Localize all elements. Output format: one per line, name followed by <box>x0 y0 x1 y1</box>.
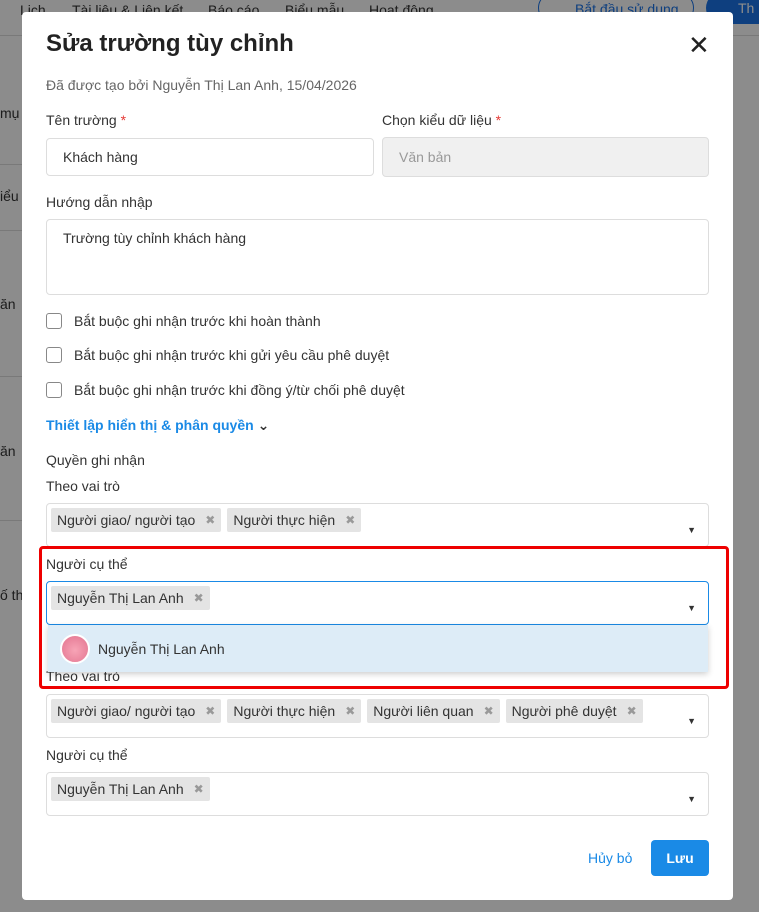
checkbox[interactable] <box>46 347 62 363</box>
specific-person-select-2[interactable]: Nguyễn Thị Lan Anh ✖ ▼ <box>46 772 709 816</box>
caret-down-icon[interactable]: ▼ <box>687 525 696 535</box>
remove-tag-icon[interactable]: ✖ <box>194 782 204 796</box>
chevron-down-icon: ⌄ <box>257 417 270 433</box>
guide-textarea[interactable]: Trường tùy chỉnh khách hàng <box>46 219 709 295</box>
checkbox[interactable] <box>46 382 62 398</box>
checkbox-require-approval-decision[interactable]: Bắt buộc ghi nhận trước khi đồng ý/từ ch… <box>46 382 405 398</box>
highlight-box <box>39 546 729 689</box>
tag: Nguyễn Thị Lan Anh ✖ <box>51 777 210 801</box>
data-type-label: Chọn kiểu dữ liệu * <box>382 112 502 128</box>
field-name-input[interactable]: Khách hàng <box>46 138 374 176</box>
cancel-button[interactable]: Hủy bỏ <box>588 850 632 866</box>
dialog-title: Sửa trường tùy chỉnh <box>46 30 294 57</box>
record-permission-label: Quyền ghi nhận <box>46 452 145 468</box>
checkbox-require-approval-request[interactable]: Bắt buộc ghi nhận trước khi gửi yêu cầu … <box>46 347 389 363</box>
tag: Người thực hiện ✖ <box>227 699 362 723</box>
guide-label: Hướng dẫn nhập <box>46 194 153 210</box>
checkbox-require-complete[interactable]: Bắt buộc ghi nhận trước khi hoàn thành <box>46 313 321 329</box>
remove-tag-icon[interactable]: ✖ <box>627 704 637 718</box>
specific-person-label-2: Người cụ thể <box>46 747 128 763</box>
caret-down-icon[interactable]: ▼ <box>687 794 696 804</box>
remove-tag-icon[interactable]: ✖ <box>345 704 355 718</box>
remove-tag-icon[interactable]: ✖ <box>205 704 215 718</box>
close-icon[interactable]: ✕ <box>688 30 710 61</box>
created-by-text: Đã được tạo bởi Nguyễn Thị Lan Anh, 15/0… <box>46 77 357 93</box>
save-button[interactable]: Lưu <box>651 840 709 876</box>
checkbox[interactable] <box>46 313 62 329</box>
data-type-select: Văn bản <box>382 137 709 177</box>
role-select-1[interactable]: Người giao/ người tạo ✖ Người thực hiện ✖ … <box>46 503 709 547</box>
by-role-label: Theo vai trò <box>46 478 120 494</box>
edit-custom-field-dialog: Sửa trường tùy chỉnh ✕ Đã được tạo bởi N… <box>22 12 733 900</box>
role-select-2[interactable]: Người giao/ người tạo ✖ Người thực hiện ✖ … <box>46 694 709 738</box>
remove-tag-icon[interactable]: ✖ <box>345 513 355 527</box>
remove-tag-icon[interactable]: ✖ <box>205 513 215 527</box>
tag: Người phê duyệt ✖ <box>505 699 643 723</box>
caret-down-icon[interactable]: ▼ <box>687 716 696 726</box>
tag: Người liên quan ✖ <box>367 699 500 723</box>
visibility-permission-toggle[interactable]: Thiết lập hiển thị & phân quyền ⌄ <box>46 417 269 434</box>
remove-tag-icon[interactable]: ✖ <box>484 704 494 718</box>
tag: Người giao/ người tạo ✖ <box>51 699 222 723</box>
tag: Người thực hiện ✖ <box>227 508 362 532</box>
field-name-label: Tên trường * <box>46 112 127 128</box>
tag: Người giao/ người tạo ✖ <box>51 508 222 532</box>
